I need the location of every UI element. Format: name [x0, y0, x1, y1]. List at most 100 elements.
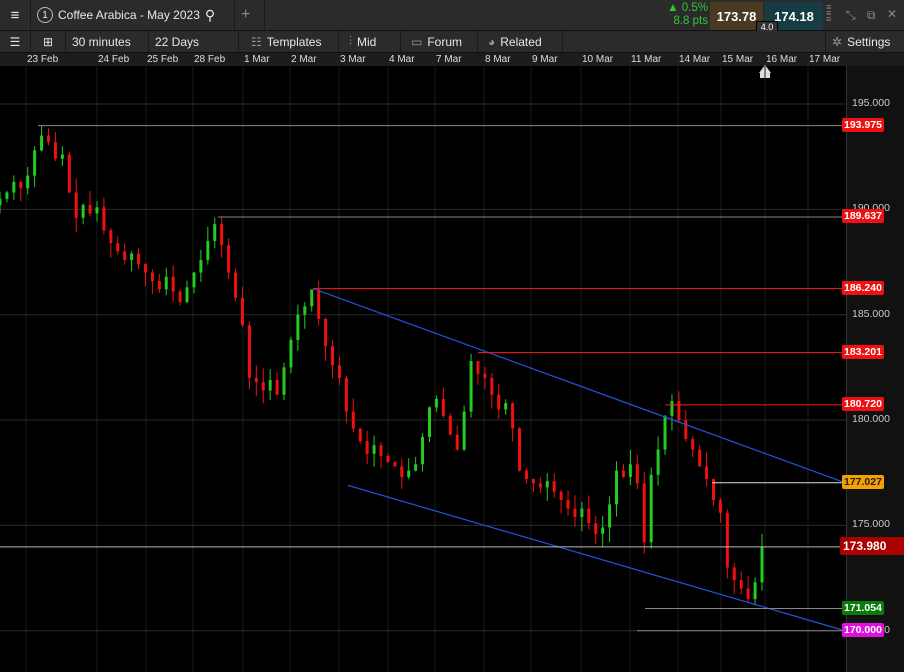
candle-body	[74, 192, 78, 218]
change-percent: ▲ 0.5%	[667, 2, 708, 14]
candle-body	[53, 141, 57, 159]
candle-body	[538, 483, 542, 488]
candle-body	[26, 175, 30, 189]
date-label: 17 Mar	[809, 54, 841, 65]
level-label[interactable]: 170.000	[842, 622, 884, 637]
level-label[interactable]: 173.980	[840, 536, 904, 555]
candle-body	[621, 470, 625, 477]
candle-body	[642, 483, 646, 543]
level-label[interactable]: 193.975	[842, 117, 884, 132]
add-tab-button[interactable]: +	[235, 0, 265, 30]
candle-body	[407, 470, 411, 477]
level-label[interactable]: 186.240	[842, 280, 884, 295]
level-label[interactable]: 177.027	[842, 474, 884, 489]
candle-body	[511, 403, 515, 429]
candle-body	[143, 264, 147, 273]
candle-body	[448, 415, 452, 435]
level-label[interactable]: 180.720	[842, 396, 884, 411]
candle-body	[414, 464, 418, 471]
drag-handle-icon[interactable]: ≡ ≡ ≡	[826, 3, 831, 24]
candle-body	[157, 280, 161, 290]
candle-body	[656, 449, 660, 475]
related-button[interactable]: ◕ Related	[478, 31, 563, 52]
change-display: ▲ 0.5% 8.8 pts	[650, 2, 708, 28]
candle-body	[164, 276, 168, 290]
price-tick: 175.000	[852, 518, 890, 531]
minimize-icon[interactable]: ⤡	[846, 8, 856, 23]
candle-body	[185, 287, 189, 303]
candle-body	[691, 439, 695, 450]
date-label: 24 Feb	[98, 54, 130, 65]
date-label: 10 Mar	[582, 54, 614, 65]
settings-label: Settings	[847, 34, 891, 49]
candle-body	[199, 259, 203, 273]
candle-body	[483, 373, 487, 378]
candle-body	[331, 346, 335, 366]
candle-body	[497, 394, 501, 410]
level-label[interactable]: 189.637	[842, 208, 884, 223]
candle-body	[261, 382, 265, 391]
candle-body	[524, 470, 528, 480]
candle-body	[88, 205, 92, 214]
forum-button[interactable]: ▭ Forum	[401, 31, 478, 52]
layout-icon[interactable]: ⊞	[31, 31, 66, 52]
level-label[interactable]: 183.201	[842, 344, 884, 359]
candle-body	[566, 500, 570, 509]
candle-body	[504, 403, 508, 410]
interval-select[interactable]: 30 minutes	[66, 31, 149, 52]
candle-body	[379, 445, 383, 456]
candle-body	[434, 398, 438, 408]
candle-body	[234, 272, 238, 298]
candle-body	[268, 380, 272, 391]
templates-button[interactable]: ☷ Templates	[239, 31, 339, 52]
candle-body	[60, 154, 64, 159]
candle-body	[739, 580, 743, 589]
related-label: Related	[500, 34, 542, 49]
candle-body	[601, 527, 605, 534]
candle-body	[545, 481, 549, 488]
candle-body	[171, 276, 175, 292]
level-label[interactable]: 171.054	[842, 600, 884, 615]
candle-body	[531, 479, 535, 484]
range-select[interactable]: 22 Days	[149, 31, 239, 52]
candle-body	[372, 445, 376, 454]
date-label: 2 Mar	[291, 54, 317, 65]
candle-body	[324, 318, 328, 347]
gear-icon: ✲	[832, 34, 843, 49]
sliders-icon: ☷	[251, 34, 262, 49]
menu-button[interactable]: ≡	[0, 0, 31, 30]
candle-body	[552, 481, 556, 492]
hamburger-icon: ≡	[10, 6, 20, 24]
date-label: 25 Feb	[147, 54, 179, 65]
candle-body	[746, 588, 750, 600]
candle-body	[303, 306, 307, 315]
search-icon[interactable]: ⚲	[205, 7, 215, 24]
candle-body	[275, 380, 279, 395]
candle-body	[282, 367, 286, 395]
candle-body	[33, 150, 37, 176]
price-type-button[interactable]: ⫶ Mid	[339, 31, 401, 52]
toolbar: ☰ ⊞ 30 minutes 22 Days ☷ Templates ⫶ Mid ▭…	[0, 31, 904, 53]
candle-body	[580, 508, 584, 517]
candle-body	[227, 245, 231, 273]
candle-body	[462, 411, 466, 450]
candle-body	[296, 314, 300, 340]
close-icon[interactable]: ✕	[887, 7, 897, 21]
price-chart[interactable]	[0, 66, 846, 672]
candle-body	[684, 420, 688, 440]
candle-body	[67, 154, 71, 193]
settings-button[interactable]: ✲ Settings	[825, 31, 904, 52]
instrument-tab[interactable]: 1 Coffee Arabica - May 2023 ⚲	[31, 0, 235, 30]
candle-body	[116, 243, 120, 252]
candle-body	[19, 181, 23, 189]
price-axis[interactable]	[846, 66, 904, 672]
candle-body	[46, 135, 50, 142]
candle-body	[718, 500, 722, 513]
popout-icon[interactable]: ⧉	[867, 8, 876, 23]
candle-body	[365, 441, 369, 454]
date-label: 14 Mar	[679, 54, 711, 65]
candle-body	[192, 272, 196, 288]
list-icon[interactable]: ☰	[0, 31, 31, 52]
candle-body	[615, 470, 619, 505]
candle-body	[559, 491, 563, 501]
